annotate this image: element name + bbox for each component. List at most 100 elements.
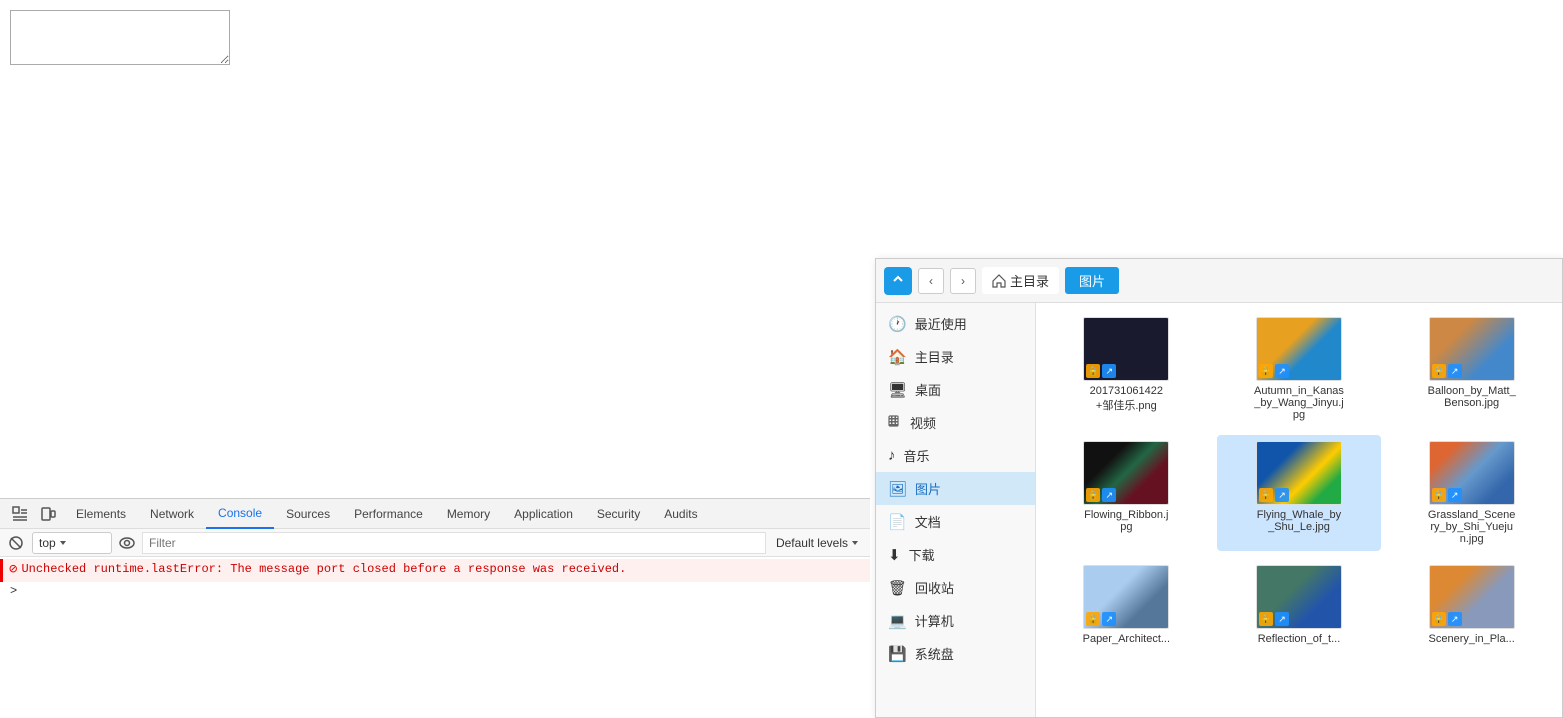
main-page: Elements Network Console Sources Perform…: [0, 0, 1563, 718]
lock-badge: 🔒: [1259, 612, 1273, 626]
file-thumbnail: 🔒 ↗: [1256, 317, 1342, 381]
sidebar-item-music[interactable]: ♪ 音乐: [876, 439, 1035, 472]
sidebar-item-home[interactable]: 🏠 主目录: [876, 340, 1035, 373]
share-badge: ↗: [1275, 612, 1289, 626]
devtools-tab-bar: Elements Network Console Sources Perform…: [0, 499, 870, 529]
file-badges: 🔒 ↗: [1432, 364, 1462, 378]
error-text: Unchecked runtime.lastError: The message…: [21, 562, 864, 576]
lock-badge: 🔒: [1432, 612, 1446, 626]
sidebar-item-system-label: 系统盘: [915, 644, 954, 663]
default-levels-label: Default levels: [776, 536, 848, 550]
list-item[interactable]: 🔒 ↗ Flowing_Ribbon.jpg: [1044, 435, 1209, 551]
sidebar-item-computer-label: 计算机: [915, 611, 954, 630]
tab-network[interactable]: Network: [138, 499, 206, 529]
default-levels-button[interactable]: Default levels: [770, 534, 866, 552]
sidebar-item-home-label: 主目录: [915, 347, 954, 366]
downloads-icon: ⬇: [888, 546, 901, 564]
clear-console-icon[interactable]: [4, 531, 28, 555]
console-caret: >: [10, 584, 17, 598]
list-item[interactable]: 🔒 ↗ Balloon_by_Matt_Benson.jpg: [1389, 311, 1554, 427]
sidebar-item-downloads[interactable]: ⬇ 下载: [876, 538, 1035, 571]
share-badge: ↗: [1275, 488, 1289, 502]
fm-forward-button[interactable]: ›: [950, 268, 976, 294]
file-name: Balloon_by_Matt_Benson.jpg: [1427, 385, 1517, 409]
filter-input[interactable]: [142, 532, 766, 554]
sidebar-item-desktop[interactable]: 🖥 桌面: [876, 373, 1035, 406]
sidebar-item-documents[interactable]: 📄 文档: [876, 505, 1035, 538]
fm-home-button[interactable]: 主目录: [982, 267, 1059, 294]
sidebar-item-computer[interactable]: 💻 计算机: [876, 604, 1035, 637]
tab-audits[interactable]: Audits: [652, 499, 709, 529]
sidebar-item-pictures[interactable]: 🖼 图片: [876, 472, 1035, 505]
fm-home-label: 主目录: [1010, 271, 1049, 290]
list-item[interactable]: 🔒 ↗ Paper_Architect...: [1044, 559, 1209, 651]
tab-elements[interactable]: Elements: [64, 499, 138, 529]
file-badges: 🔒 ↗: [1086, 612, 1116, 626]
list-item[interactable]: 🔒 ↗ Scenery_in_Pla...: [1389, 559, 1554, 651]
inspect-icon[interactable]: [8, 502, 32, 526]
file-badges: 🔒 ↗: [1432, 612, 1462, 626]
tab-memory[interactable]: Memory: [435, 499, 502, 529]
file-thumbnail: 🔒 ↗: [1429, 441, 1515, 505]
file-badges: 🔒 ↗: [1086, 364, 1116, 378]
clock-icon: 🕐: [888, 315, 907, 333]
file-thumbnail: 🔒 ↗: [1429, 565, 1515, 629]
eye-icon[interactable]: [116, 532, 138, 554]
file-name: Flowing_Ribbon.jpg: [1081, 509, 1171, 533]
list-item[interactable]: 🔒 ↗ Flying_Whale_by_Shu_Le.jpg: [1217, 435, 1382, 551]
fm-app-icon[interactable]: [884, 267, 912, 295]
file-name: Scenery_in_Pla...: [1429, 633, 1515, 645]
sidebar-item-videos[interactable]: 视频: [876, 406, 1035, 439]
home-icon: 🏠: [888, 348, 907, 366]
file-thumbnail: 🔒 ↗: [1256, 565, 1342, 629]
share-badge: ↗: [1448, 612, 1462, 626]
lock-badge: 🔒: [1086, 488, 1100, 502]
fm-pictures-button[interactable]: 图片: [1065, 267, 1119, 294]
file-name: Grassland_Scenery_by_Shi_Yuejun.jpg: [1427, 509, 1517, 545]
device-toolbar-icon[interactable]: [36, 502, 60, 526]
fm-back-button[interactable]: ‹: [918, 268, 944, 294]
share-badge: ↗: [1102, 488, 1116, 502]
sidebar-item-recent-label: 最近使用: [915, 314, 967, 333]
trash-icon: 🗑: [888, 579, 907, 597]
context-selector[interactable]: top: [32, 532, 112, 554]
lock-badge: 🔒: [1259, 488, 1273, 502]
fm-sidebar: 🕐 最近使用 🏠 主目录 🖥 桌面 视频: [876, 303, 1036, 717]
fm-content: 🔒 ↗ 201731061422+邹佳乐.png 🔒 ↗: [1036, 303, 1562, 717]
tab-performance[interactable]: Performance: [342, 499, 435, 529]
fm-pictures-label: 图片: [1079, 271, 1105, 290]
fm-file-grid: 🔒 ↗ 201731061422+邹佳乐.png 🔒 ↗: [1044, 311, 1554, 651]
sidebar-item-music-label: 音乐: [904, 446, 930, 465]
lock-badge: 🔒: [1086, 364, 1100, 378]
share-badge: ↗: [1102, 612, 1116, 626]
sidebar-item-videos-label: 视频: [910, 413, 936, 432]
share-badge: ↗: [1102, 364, 1116, 378]
lock-badge: 🔒: [1432, 488, 1446, 502]
tab-security[interactable]: Security: [585, 499, 652, 529]
devtools-panel: Elements Network Console Sources Perform…: [0, 498, 870, 718]
file-badges: 🔒 ↗: [1259, 488, 1289, 502]
share-badge: ↗: [1275, 364, 1289, 378]
fm-body: 🕐 最近使用 🏠 主目录 🖥 桌面 视频: [876, 303, 1562, 717]
file-manager: ‹ › 主目录 图片 🕐 最近使用 🏠 主目录: [875, 258, 1563, 718]
page-textarea[interactable]: [10, 10, 230, 65]
list-item[interactable]: 🔒 ↗ Autumn_in_Kanas_by_Wang_Jinyu.jpg: [1217, 311, 1382, 427]
tab-console[interactable]: Console: [206, 499, 274, 529]
file-thumbnail: 🔒 ↗: [1256, 441, 1342, 505]
file-thumbnail: 🔒 ↗: [1083, 441, 1169, 505]
file-manager-toolbar: ‹ › 主目录 图片: [876, 259, 1562, 303]
list-item[interactable]: 🔒 ↗ Grassland_Scenery_by_Shi_Yuejun.jpg: [1389, 435, 1554, 551]
sidebar-item-documents-label: 文档: [915, 512, 941, 531]
tab-sources[interactable]: Sources: [274, 499, 342, 529]
computer-icon: 💻: [888, 612, 907, 630]
file-badges: 🔒 ↗: [1432, 488, 1462, 502]
file-thumbnail: 🔒 ↗: [1429, 317, 1515, 381]
sidebar-item-trash[interactable]: 🗑 回收站: [876, 571, 1035, 604]
list-item[interactable]: 🔒 ↗ 201731061422+邹佳乐.png: [1044, 311, 1209, 427]
list-item[interactable]: 🔒 ↗ Reflection_of_t...: [1217, 559, 1382, 651]
sidebar-item-system[interactable]: 💾 系统盘: [876, 637, 1035, 670]
file-name: Flying_Whale_by_Shu_Le.jpg: [1254, 509, 1344, 533]
tab-application[interactable]: Application: [502, 499, 585, 529]
file-badges: 🔒 ↗: [1259, 364, 1289, 378]
sidebar-item-recent[interactable]: 🕐 最近使用: [876, 307, 1035, 340]
